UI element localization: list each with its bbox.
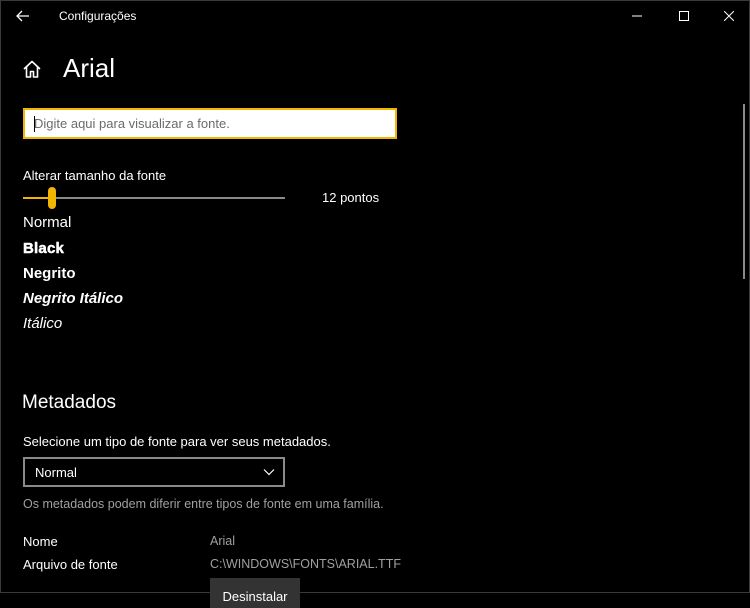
style-sample-normal: Normal	[23, 214, 72, 231]
font-size-value: 12 pontos	[322, 190, 380, 205]
home-icon	[23, 60, 41, 78]
metadata-section-title: Metadados	[22, 392, 117, 413]
name-value: Arial	[210, 534, 236, 548]
metadata-instruction: Selecione um tipo de fonte para ver seus…	[23, 434, 331, 449]
minimize-icon	[632, 15, 642, 17]
font-size-slider-track[interactable]	[23, 197, 285, 199]
preview-text-input[interactable]	[23, 108, 397, 139]
maximize-icon	[679, 11, 689, 21]
style-sample-bold-italic: Negrito Itálico	[23, 290, 124, 307]
minimize-button[interactable]	[614, 0, 660, 32]
chevron-down-icon	[263, 469, 275, 476]
font-size-label: Alterar tamanho da fonte	[23, 168, 167, 183]
name-label: Nome	[23, 534, 58, 549]
app-title: Configurações	[59, 9, 137, 23]
close-button[interactable]	[706, 0, 750, 32]
font-file-value: C:\WINDOWS\FONTS\ARIAL.TTF	[210, 557, 401, 571]
dropdown-selected-value: Normal	[35, 465, 77, 480]
uninstall-button[interactable]: Desinstalar	[210, 578, 300, 608]
back-arrow-icon	[16, 10, 29, 22]
font-face-dropdown[interactable]: Normal	[23, 457, 285, 487]
text-caret	[34, 116, 35, 132]
title-bar: Configurações	[0, 0, 750, 32]
page-title: Arial	[63, 53, 116, 83]
style-sample-black: Black	[23, 240, 65, 258]
home-button[interactable]	[22, 60, 44, 80]
metadata-note: Os metadados podem diferir entre tipos d…	[23, 497, 384, 511]
style-sample-bold: Negrito	[23, 265, 76, 282]
style-sample-italic: Itálico	[23, 315, 63, 332]
font-size-slider-thumb[interactable]	[48, 187, 57, 209]
font-file-label: Arquivo de fonte	[23, 557, 118, 572]
maximize-button[interactable]	[661, 0, 707, 32]
scrollbar[interactable]	[743, 104, 745, 279]
close-icon	[724, 11, 734, 21]
back-button[interactable]	[10, 4, 36, 28]
